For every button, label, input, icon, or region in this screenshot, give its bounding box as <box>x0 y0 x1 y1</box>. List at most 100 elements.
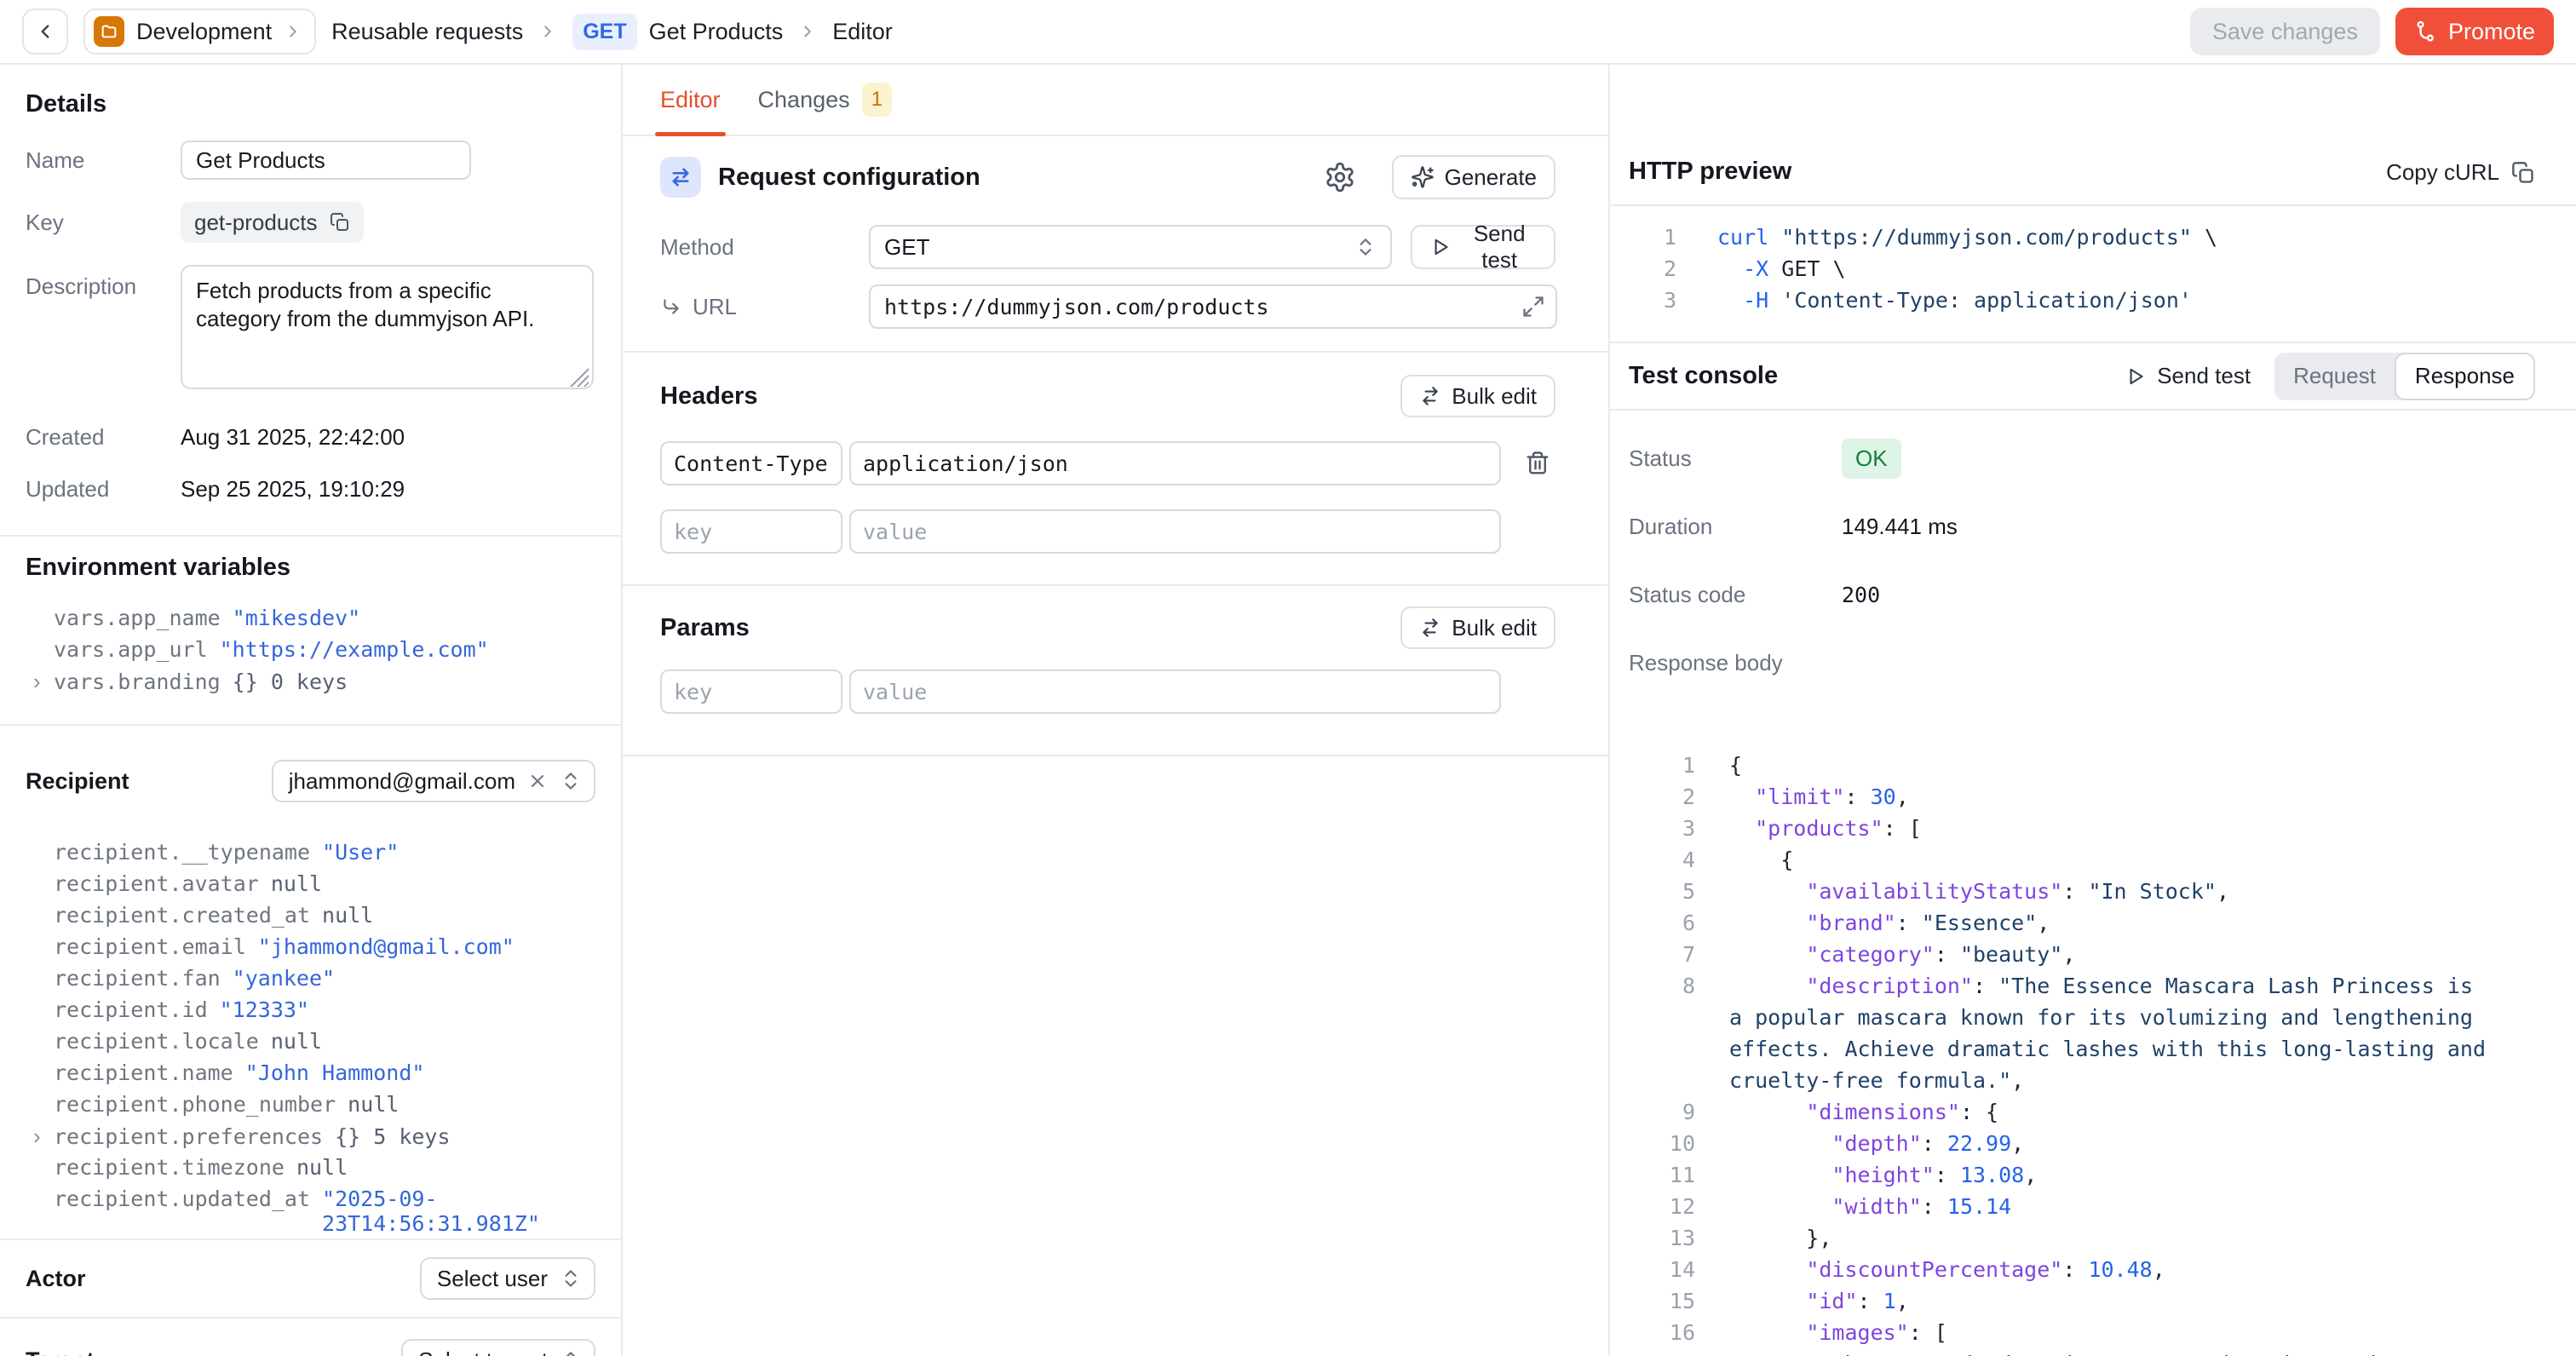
gear-icon[interactable] <box>1324 161 1356 193</box>
description-textarea[interactable]: Fetch products from a specific category … <box>181 265 594 389</box>
console-send-test-label: Send test <box>2157 363 2251 389</box>
recipient-select[interactable]: jhammond@gmail.com <box>272 760 595 802</box>
back-button[interactable] <box>22 9 68 55</box>
toggle-request[interactable]: Request <box>2274 353 2395 400</box>
params-bulk-edit-button[interactable]: Bulk edit <box>1400 606 1555 649</box>
variable-key: vars.app_name <box>54 606 221 630</box>
expand-chevron-icon[interactable]: › <box>33 1123 54 1150</box>
code-text: "brand": "Essence", <box>1729 907 2050 939</box>
preview-panel: HTTP preview Copy cURL 1curl "https://du… <box>1610 65 2576 1356</box>
target-select-placeholder: Select tenant <box>418 1347 548 1356</box>
header-row-empty <box>660 509 1555 554</box>
code-text: -X GET \ <box>1717 253 1846 284</box>
actor-label: Actor <box>26 1266 86 1292</box>
recipient-selected-value: jhammond@gmail.com <box>289 768 515 795</box>
console-send-test-button[interactable]: Send test <box>2125 363 2251 389</box>
toggle-response[interactable]: Response <box>2395 353 2535 400</box>
param-value-input-empty[interactable] <box>849 669 1501 714</box>
header-key-input[interactable] <box>660 441 842 486</box>
variable-key: recipient.phone_number <box>54 1092 336 1117</box>
project-switcher[interactable]: Development <box>83 9 316 55</box>
breadcrumb-reusable-requests[interactable]: Reusable requests <box>331 19 523 45</box>
send-test-button[interactable]: Send test <box>1411 225 1555 269</box>
send-test-label: Send test <box>1462 221 1537 273</box>
delete-header-button[interactable] <box>1525 451 1550 476</box>
variable-key: recipient.__typename <box>54 840 310 865</box>
code-line: 16 "images": [ <box>1629 1317 2535 1348</box>
details-sidebar: Details Name Key get-products Descriptio… <box>0 65 623 1356</box>
header-value-input-empty[interactable] <box>849 509 1501 554</box>
chevron-left-icon <box>34 20 56 43</box>
expand-icon[interactable] <box>1521 295 1545 319</box>
tab-changes[interactable]: Changes 1 <box>758 65 892 135</box>
header-key-input-empty[interactable] <box>660 509 842 554</box>
chevrons-up-down-icon <box>560 770 582 792</box>
variable-key: recipient.timezone <box>54 1155 285 1180</box>
headers-section: Headers Bulk edit <box>623 353 1608 584</box>
code-text: "id": 1, <box>1729 1285 1909 1317</box>
code-text: { <box>1729 844 1793 876</box>
variable-row: recipient.id"12333" <box>26 997 595 1029</box>
variable-key: recipient.locale <box>54 1029 259 1054</box>
actor-select[interactable]: Select user <box>420 1257 595 1300</box>
variable-row: ›recipient.preferences{} 5 keys <box>26 1123 595 1155</box>
copy-curl-button[interactable]: Copy cURL <box>2386 159 2535 186</box>
created-value: Aug 31 2025, 22:42:00 <box>181 424 595 451</box>
code-line: 1curl "https://dummyjson.com/products" \ <box>1629 221 2535 253</box>
variable-value: "2025-09-23T14:56:31.981Z" <box>322 1186 595 1236</box>
copy-curl-label: Copy cURL <box>2386 159 2499 186</box>
line-number <box>1629 1065 1695 1096</box>
copy-icon[interactable] <box>330 212 350 233</box>
code-text: "limit": 30, <box>1729 781 1909 813</box>
variable-key: recipient.fan <box>54 966 221 991</box>
method-label: Method <box>660 234 869 261</box>
code-line: 1{ <box>1629 750 2535 781</box>
promote-button[interactable]: Promote <box>2395 8 2554 55</box>
variable-row: recipient.phone_number null <box>26 1092 595 1123</box>
promote-label: Promote <box>2448 19 2535 45</box>
name-input[interactable] <box>181 141 471 180</box>
variable-row: recipient.created_atnull <box>26 903 595 934</box>
trash-icon <box>1525 451 1550 476</box>
bulk-edit-label: Bulk edit <box>1452 615 1537 641</box>
status-label: Status <box>1629 445 1842 472</box>
breadcrumb-editor: Editor <box>832 19 893 45</box>
updated-value: Sep 25 2025, 19:10:29 <box>181 476 595 503</box>
code-line: 5 "availabilityStatus": "In Stock", <box>1629 876 2535 907</box>
variable-row: recipient.fan"yankee" <box>26 966 595 997</box>
test-console-title: Test console <box>1629 362 1778 390</box>
clear-icon[interactable] <box>527 771 548 791</box>
url-input[interactable] <box>869 284 1557 329</box>
breadcrumb-request-name[interactable]: Get Products <box>649 19 784 45</box>
variable-value: null <box>348 1092 399 1117</box>
header-value-input[interactable] <box>849 441 1501 486</box>
code-line: 2 "limit": 30, <box>1629 781 2535 813</box>
play-icon <box>1429 236 1452 258</box>
play-icon <box>2125 365 2147 388</box>
generate-button[interactable]: Generate <box>1392 155 1555 199</box>
line-number: 2 <box>1629 781 1695 813</box>
variable-value: "mikesdev" <box>233 606 361 630</box>
top-bar: Development Reusable requests GET Get Pr… <box>0 0 2576 65</box>
code-text: "height": 13.08, <box>1729 1159 2037 1191</box>
code-line: effects. Achieve dramatic lashes with th… <box>1629 1033 2535 1065</box>
line-number: 15 <box>1629 1285 1695 1317</box>
tab-editor[interactable]: Editor <box>660 65 721 135</box>
corner-down-right-icon <box>660 296 682 318</box>
variable-value: null <box>271 871 322 896</box>
variable-row: recipient.updated_at"2025-09-23T14:56:31… <box>26 1186 595 1218</box>
chevron-right-icon <box>284 22 302 41</box>
headers-bulk-edit-button[interactable]: Bulk edit <box>1400 375 1555 417</box>
save-changes-button[interactable]: Save changes <box>2190 8 2380 55</box>
resize-grip-icon[interactable] <box>570 368 589 387</box>
variable-row: ›vars.branding{} 0 keys <box>26 669 595 700</box>
param-key-input-empty[interactable] <box>660 669 842 714</box>
expand-chevron-icon[interactable]: › <box>33 669 54 695</box>
line-number: 7 <box>1629 939 1695 970</box>
line-number: 5 <box>1629 876 1695 907</box>
method-select[interactable]: GET <box>869 225 1392 269</box>
chevron-right-icon <box>538 22 557 41</box>
target-select[interactable]: Select tenant <box>401 1339 595 1356</box>
line-number: 3 <box>1629 284 1676 316</box>
variable-row: recipient.email"jhammond@gmail.com" <box>26 934 595 966</box>
